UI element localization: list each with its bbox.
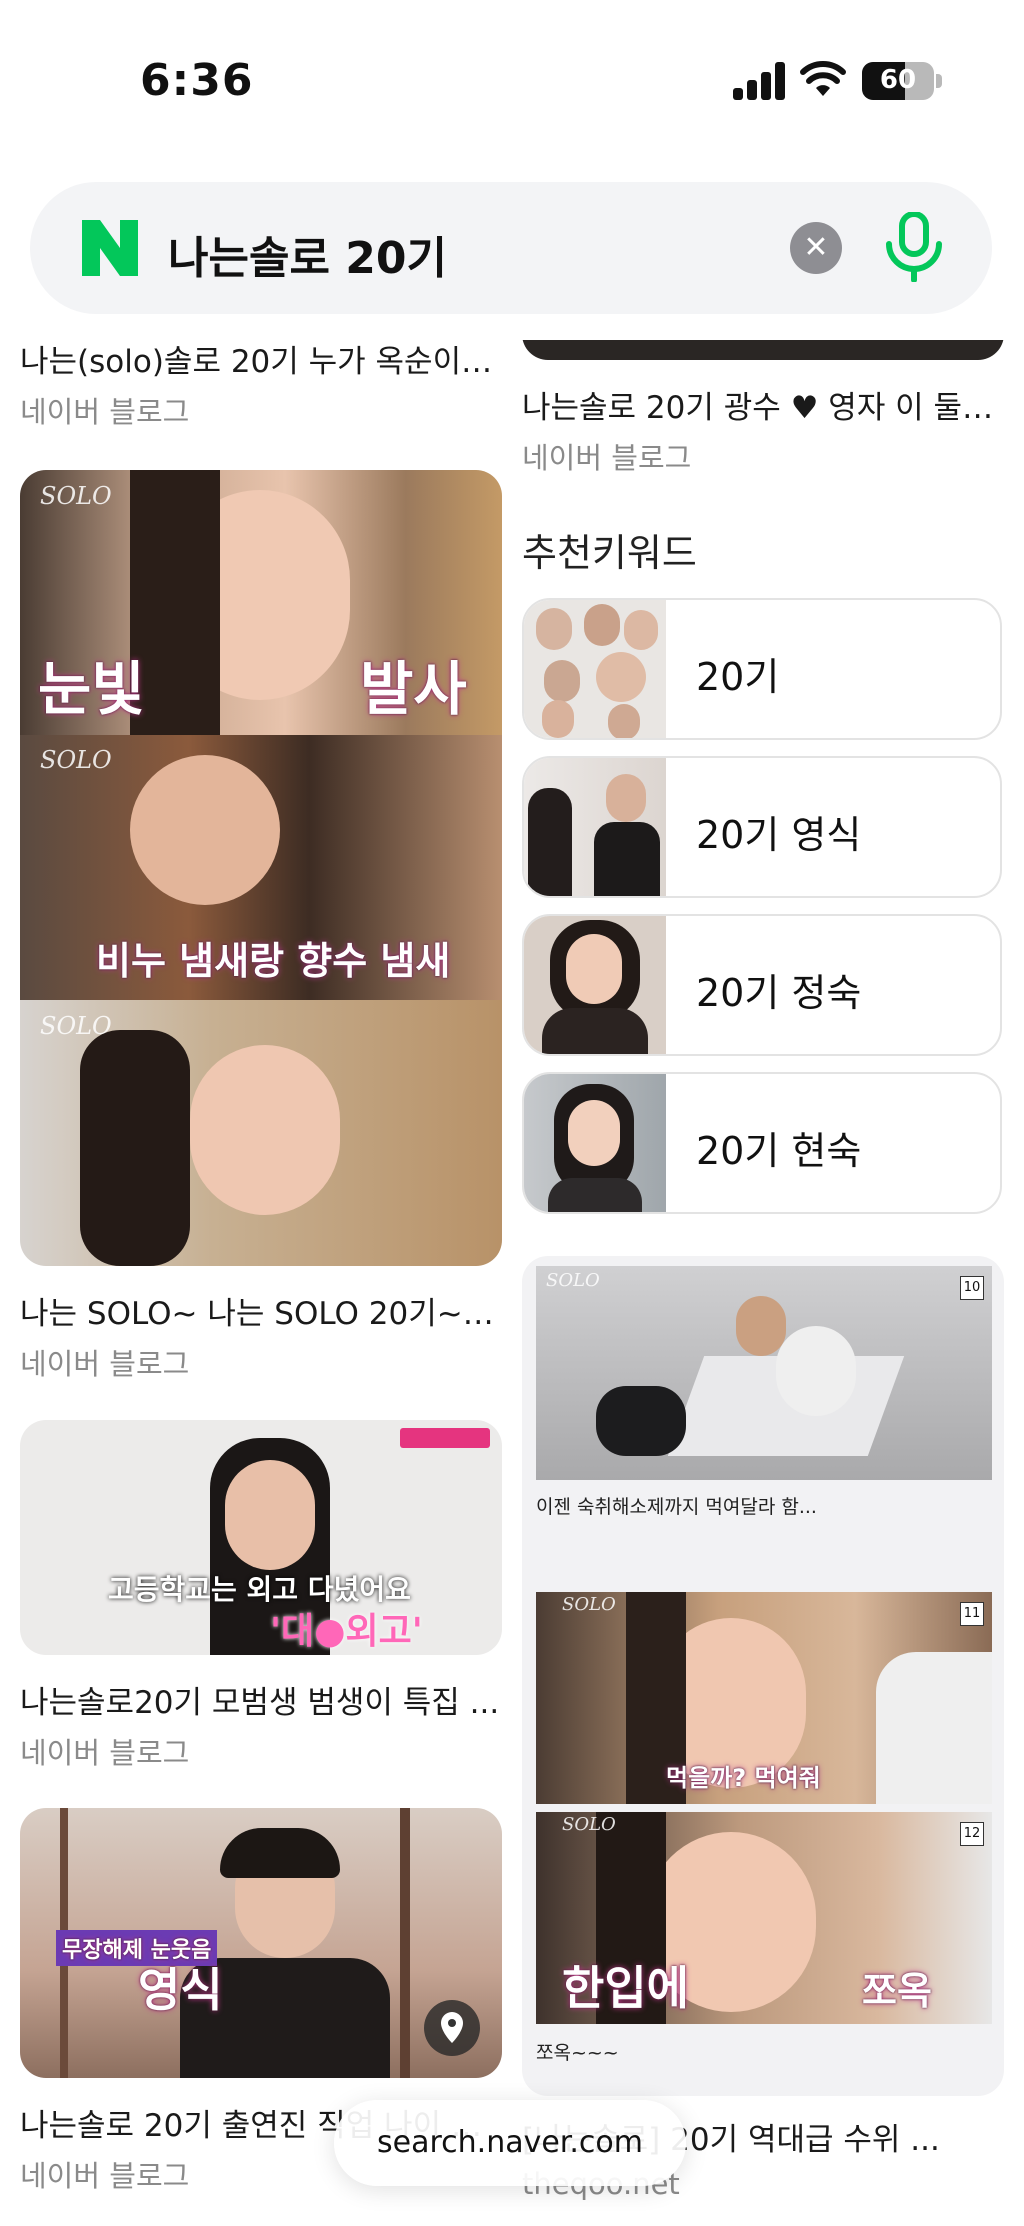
status-bar: 6:36 60 <box>0 0 1024 160</box>
wifi-icon <box>800 61 846 96</box>
result-thumbnail[interactable]: 고등학교는 외고 다녔어요 '대●외고' <box>20 1420 502 1655</box>
keyword-chip[interactable]: 20기 정숙 <box>522 914 1002 1056</box>
solo-watermark: SOLO <box>562 1594 616 1615</box>
keyword-label: 20기 정숙 <box>696 971 862 1015</box>
keyword-label: 20기 현숙 <box>696 1129 862 1173</box>
battery-icon: 60 <box>862 62 934 100</box>
thumbnail-caption: 쪼옥 <box>862 1969 932 2013</box>
cellular-signal-icon <box>733 62 785 100</box>
result-card[interactable]: 나는솔로 20기 광수 ♥ 영자 이 둘이... 네이버 블로그 <box>522 340 1004 477</box>
search-box[interactable]: 나는솔로 20기 ✕ <box>30 182 992 314</box>
result-thumbnail[interactable]: SOLO SOLO SOLO 눈빛 발사 비누 냄새랑 향수 냄새 <box>20 470 502 1266</box>
thumbnail-caption: 먹을까? 먹여줘 <box>666 1764 821 1792</box>
solo-watermark: SOLO <box>40 1012 112 1040</box>
keyword-chip[interactable]: 20기 현숙 <box>522 1072 1002 1214</box>
result-title[interactable]: 나는솔로 20기 광수 ♥ 영자 이 둘이... <box>522 382 1004 427</box>
thumbnail-caption: 비누 냄새랑 향수 냄새 <box>96 939 451 983</box>
battery-level: 60 <box>879 65 917 95</box>
microphone-icon[interactable] <box>883 212 945 282</box>
keyword-thumbnail <box>524 1074 666 1212</box>
keyword-chip[interactable]: 20기 영식 <box>522 756 1002 898</box>
episode-badge: 12 <box>960 1822 984 1846</box>
keyword-chip[interactable]: 20기 <box>522 598 1002 740</box>
thumbnail-caption: 영식 <box>138 1963 223 2017</box>
location-pin-icon[interactable] <box>424 2000 480 2056</box>
keyword-label: 20기 영식 <box>696 813 862 857</box>
solo-watermark: SOLO <box>40 482 112 510</box>
result-source: 네이버 블로그 <box>522 441 692 475</box>
result-card[interactable]: 나는(solo)솔로 20기 누가 옥순이야... 네이버 블로그 <box>20 340 502 431</box>
result-title[interactable]: 나는 SOLO~ 나는 SOLO 20기~영... <box>20 1288 502 1333</box>
thumbnail-caption: 한입에 <box>562 1961 689 2015</box>
clock: 6:36 <box>140 55 254 106</box>
collage-caption: 쪼옥~~~ <box>536 2042 619 2064</box>
result-title[interactable]: 나는(solo)솔로 20기 누가 옥순이야... <box>20 340 502 381</box>
keyword-thumbnail <box>524 600 666 738</box>
clear-search-button[interactable]: ✕ <box>790 222 842 274</box>
result-card[interactable]: 고등학교는 외고 다녔어요 '대●외고' 나는솔로20기 모범생 범생이 특집 … <box>20 1420 502 1772</box>
search-results-feed[interactable]: 나는(solo)솔로 20기 누가 옥순이야... 네이버 블로그 SOLO S… <box>0 340 1024 2226</box>
result-thumbnail[interactable]: SOLO 10 <box>536 1266 992 1480</box>
result-card[interactable]: SOLO SOLO SOLO 눈빛 발사 비누 냄새랑 향수 냄새 나는 SOL… <box>20 470 502 1383</box>
result-thumbnail[interactable]: SOLO 11 먹을까? 먹여줘 <box>536 1592 992 1804</box>
result-card[interactable]: SOLO 10 이젠 숙취해소제까지 먹여달라 함... SOLO 11 먹을까… <box>522 1256 1004 2096</box>
solo-watermark: SOLO <box>546 1270 600 1291</box>
solo-watermark: SOLO <box>40 746 112 774</box>
result-source: 네이버 블로그 <box>20 395 190 429</box>
result-source: 네이버 블로그 <box>20 1347 190 1381</box>
keyword-thumbnail <box>524 758 666 896</box>
thumbnail-caption: '대●외고' <box>270 1611 423 1652</box>
result-source: 네이버 블로그 <box>20 1736 190 1770</box>
collage-caption: 이젠 숙취해소제까지 먹여달라 함... <box>536 1496 817 1518</box>
keyword-thumbnail <box>524 916 666 1054</box>
search-header: 나는솔로 20기 ✕ <box>0 160 1024 340</box>
recommended-keywords-title: 추천키워드 <box>522 531 697 575</box>
keyword-label: 20기 <box>696 655 780 699</box>
result-thumbnail[interactable] <box>522 340 1004 360</box>
result-title[interactable]: 나는솔로20기 모범생 범생이 특집 ... <box>20 1677 502 1722</box>
solo-watermark: SOLO <box>562 1814 616 1835</box>
result-thumbnail[interactable]: 무장해제 눈웃음 영식 <box>20 1808 502 2078</box>
episode-badge: 10 <box>960 1276 984 1300</box>
battery-tip <box>936 74 942 88</box>
url-bar[interactable]: search.naver.com <box>334 2100 686 2186</box>
thumbnail-caption: 눈빛 <box>38 655 145 723</box>
thumbnail-caption: 발사 <box>360 655 467 723</box>
naver-logo-icon[interactable] <box>82 220 138 276</box>
episode-badge: 11 <box>960 1602 984 1626</box>
search-input[interactable]: 나는솔로 20기 <box>168 222 447 286</box>
result-thumbnail[interactable]: SOLO 12 한입에 쪼옥 <box>536 1812 992 2024</box>
